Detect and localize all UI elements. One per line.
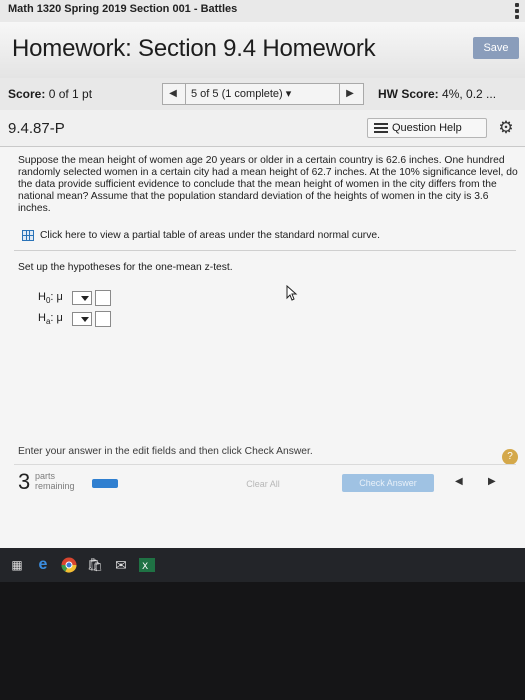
check-answer-button[interactable]: Check Answer <box>342 474 434 492</box>
monitor-bezel <box>0 582 525 700</box>
score-value: 0 of 1 pt <box>48 87 93 101</box>
svg-text:X: X <box>142 562 148 572</box>
next-part-icon[interactable]: ▶ <box>488 476 496 487</box>
homework-header: Homework: Section 9.4 Homework Save <box>0 22 525 79</box>
list-icon <box>374 123 388 133</box>
excel-icon[interactable]: X <box>138 556 156 574</box>
store-icon[interactable]: 🛍 <box>86 556 104 574</box>
alt-hypothesis-label: Ha: μ <box>38 311 63 327</box>
mail-icon[interactable]: ✉ <box>112 556 130 574</box>
score-text: Score: 0 of 1 pt <box>8 87 93 101</box>
parts-remaining-count: 3 <box>18 469 31 494</box>
parts-remaining-label: parts remaining <box>35 471 75 491</box>
clear-all-button[interactable]: Clear All <box>232 476 294 492</box>
alt-hypothesis-value-input[interactable] <box>95 311 111 327</box>
question-help-label: Question Help <box>392 122 462 134</box>
chevron-down-icon <box>81 295 89 301</box>
vertical-menu-icon[interactable] <box>515 3 519 19</box>
question-bar: 9.4.87-P Question Help ⚙ <box>0 110 525 147</box>
taskbar: ▦ e 🛍 ✉ X <box>0 548 525 582</box>
score-bar: Score: 0 of 1 pt ◀ 5 of 5 (1 complete) ▾… <box>0 78 525 111</box>
mouse-pointer-icon <box>286 285 298 301</box>
normal-table-link[interactable]: Click here to view a partial table of ar… <box>22 230 380 241</box>
task-view-icon[interactable]: ▦ <box>8 556 26 574</box>
divider <box>185 84 186 104</box>
previous-part-icon[interactable]: ◀ <box>455 476 463 487</box>
setup-prompt: Set up the hypotheses for the one-mean z… <box>18 262 233 273</box>
chrome-icon[interactable] <box>60 556 78 574</box>
page-title: Homework: Section 9.4 Homework <box>12 35 376 62</box>
edge-browser-icon[interactable]: e <box>34 556 52 574</box>
hw-score-value: 4%, 0.2 ... <box>442 87 497 101</box>
null-hypothesis-operator-dropdown[interactable] <box>72 291 92 305</box>
question-text: Suppose the mean height of women age 20 … <box>18 155 518 214</box>
course-bar: Math 1320 Spring 2019 Section 001 - Batt… <box>0 0 525 23</box>
browser-screen: Math 1320 Spring 2019 Section 001 - Batt… <box>0 0 525 548</box>
parts-progress-bar <box>92 479 118 488</box>
alt-hypothesis-operator-dropdown[interactable] <box>72 312 92 326</box>
instruction-text: Enter your answer in the edit fields and… <box>18 446 313 457</box>
previous-question-icon[interactable]: ◀ <box>166 87 180 101</box>
null-hypothesis-row: H0: μ <box>38 290 111 306</box>
divider <box>14 464 516 465</box>
table-icon <box>22 230 34 241</box>
save-button[interactable]: Save <box>473 37 519 59</box>
null-hypothesis-label: H0: μ <box>38 290 63 306</box>
normal-table-link-text[interactable]: Click here to view a partial table of ar… <box>40 230 380 241</box>
question-content: Suppose the mean height of women age 20 … <box>0 147 525 548</box>
null-hypothesis-value-input[interactable] <box>95 290 111 306</box>
question-help-button[interactable]: Question Help <box>367 118 487 138</box>
divider <box>14 250 516 251</box>
divider <box>339 84 340 104</box>
next-question-icon[interactable]: ▶ <box>343 87 357 101</box>
question-selector[interactable]: 5 of 5 (1 complete) ▾ <box>191 87 291 100</box>
help-icon[interactable]: ? <box>502 449 518 465</box>
question-navigator: ◀ 5 of 5 (1 complete) ▾ ▶ <box>162 83 364 105</box>
question-id: 9.4.87-P <box>8 120 65 137</box>
alt-hypothesis-row: Ha: μ <box>38 311 111 327</box>
course-title: Math 1320 Spring 2019 Section 001 - Batt… <box>8 3 238 15</box>
gear-icon[interactable]: ⚙ <box>497 119 515 137</box>
hw-score: HW Score: 4%, 0.2 ... <box>378 87 497 101</box>
chevron-down-icon <box>81 316 89 322</box>
